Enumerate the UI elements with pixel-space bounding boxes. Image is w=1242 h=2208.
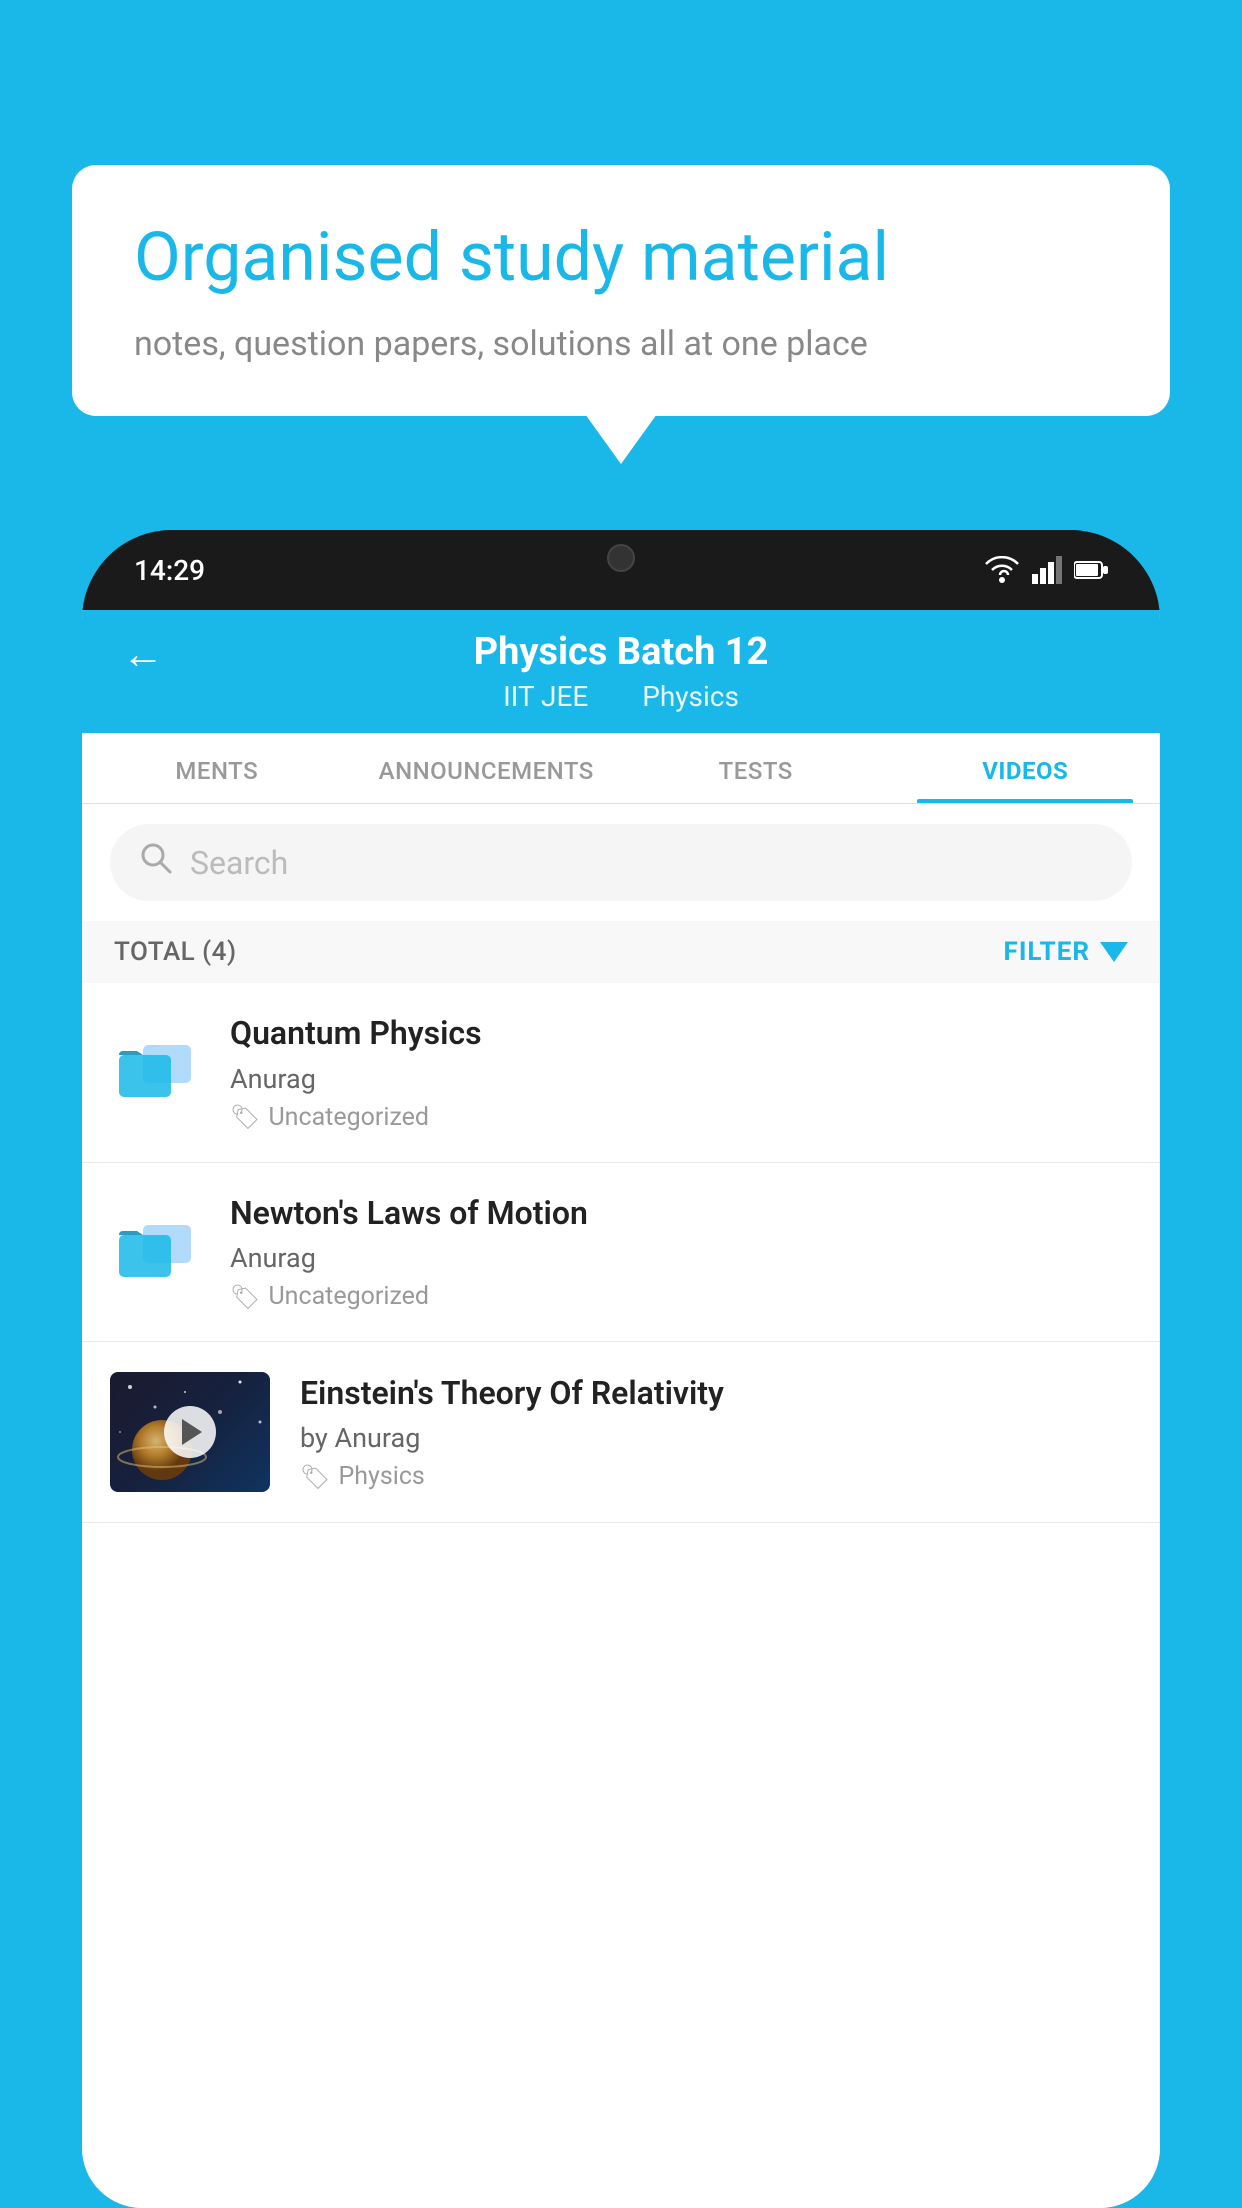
tab-announcements[interactable]: ANNOUNCEMENTS [352,733,622,803]
video-title: Newton's Laws of Motion [230,1193,1132,1235]
search-icon [138,840,174,885]
video-tag-row: 🏷 Uncategorized [230,1282,1132,1311]
list-item[interactable]: Newton's Laws of Motion Anurag 🏷 Uncateg… [82,1163,1160,1343]
folder-icon-wrap [110,1036,200,1108]
list-item[interactable]: Einstein's Theory Of Relativity by Anura… [82,1342,1160,1523]
header-tag-separator [608,680,622,713]
signal-icon [1032,556,1062,584]
video-tag: Uncategorized [268,1282,429,1311]
speech-bubble-container: Organised study material notes, question… [72,165,1170,416]
phone-screen: ← Physics Batch 12 IIT JEE Physics MENTS… [82,610,1160,2208]
search-placeholder: Search [190,844,288,882]
search-container: Search [82,804,1160,921]
speech-bubble: Organised study material notes, question… [72,165,1170,416]
status-icons [984,556,1108,584]
search-bar[interactable]: Search [110,824,1132,901]
video-author: Anurag [230,1242,1132,1274]
video-title: Einstein's Theory Of Relativity [300,1373,1132,1415]
header-tags: IIT JEE Physics [503,680,739,713]
phone-frame: 14:29 [82,530,1160,2208]
app-header: ← Physics Batch 12 IIT JEE Physics [82,610,1160,733]
video-tag-row: 🏷 Uncategorized [230,1103,1132,1132]
filter-icon [1100,942,1128,962]
tag-icon: 🏷 [300,1463,330,1491]
list-item[interactable]: Quantum Physics Anurag 🏷 Uncategorized [82,983,1160,1163]
tab-tests[interactable]: TESTS [621,733,891,803]
video-info: Einstein's Theory Of Relativity by Anura… [300,1373,1132,1492]
video-author: by Anurag [300,1422,1132,1454]
filter-label: FILTER [1004,937,1090,967]
total-count-label: TOTAL (4) [114,937,237,967]
folder-icon-wrap [110,1216,200,1288]
video-thumbnail [110,1372,270,1492]
battery-icon [1074,559,1108,581]
tab-videos[interactable]: VIDEOS [891,733,1161,803]
video-author: Anurag [230,1063,1132,1095]
header-tag-iitjee: IIT JEE [503,680,588,713]
filter-row: TOTAL (4) FILTER [82,921,1160,983]
tag-icon: 🏷 [230,1283,260,1311]
video-info: Newton's Laws of Motion Anurag 🏷 Uncateg… [230,1193,1132,1312]
bubble-subtitle: notes, question papers, solutions all at… [134,321,1108,369]
video-title: Quantum Physics [230,1013,1132,1055]
folder-icon [115,1036,195,1108]
video-list: Quantum Physics Anurag 🏷 Uncategorized [82,983,1160,2208]
video-tag: Physics [338,1462,424,1491]
video-tag-row: 🏷 Physics [300,1462,1132,1491]
bubble-title: Organised study material [134,217,1108,299]
filter-button[interactable]: FILTER [1004,937,1128,967]
status-time: 14:29 [134,554,205,587]
back-button[interactable]: ← [122,630,164,679]
wifi-icon [984,556,1020,584]
tag-icon: 🏷 [230,1103,260,1131]
status-bar: 14:29 [82,530,1160,610]
tabs-bar: MENTS ANNOUNCEMENTS TESTS VIDEOS [82,733,1160,804]
header-top-row: ← Physics Batch 12 [122,630,1120,674]
header-tag-physics: Physics [642,680,739,713]
folder-icon [115,1216,195,1288]
tab-ments[interactable]: MENTS [82,733,352,803]
video-tag: Uncategorized [268,1103,429,1132]
header-title: Physics Batch 12 [474,630,769,674]
camera-notch [607,544,635,572]
video-info: Quantum Physics Anurag 🏷 Uncategorized [230,1013,1132,1132]
play-button[interactable] [164,1406,216,1458]
